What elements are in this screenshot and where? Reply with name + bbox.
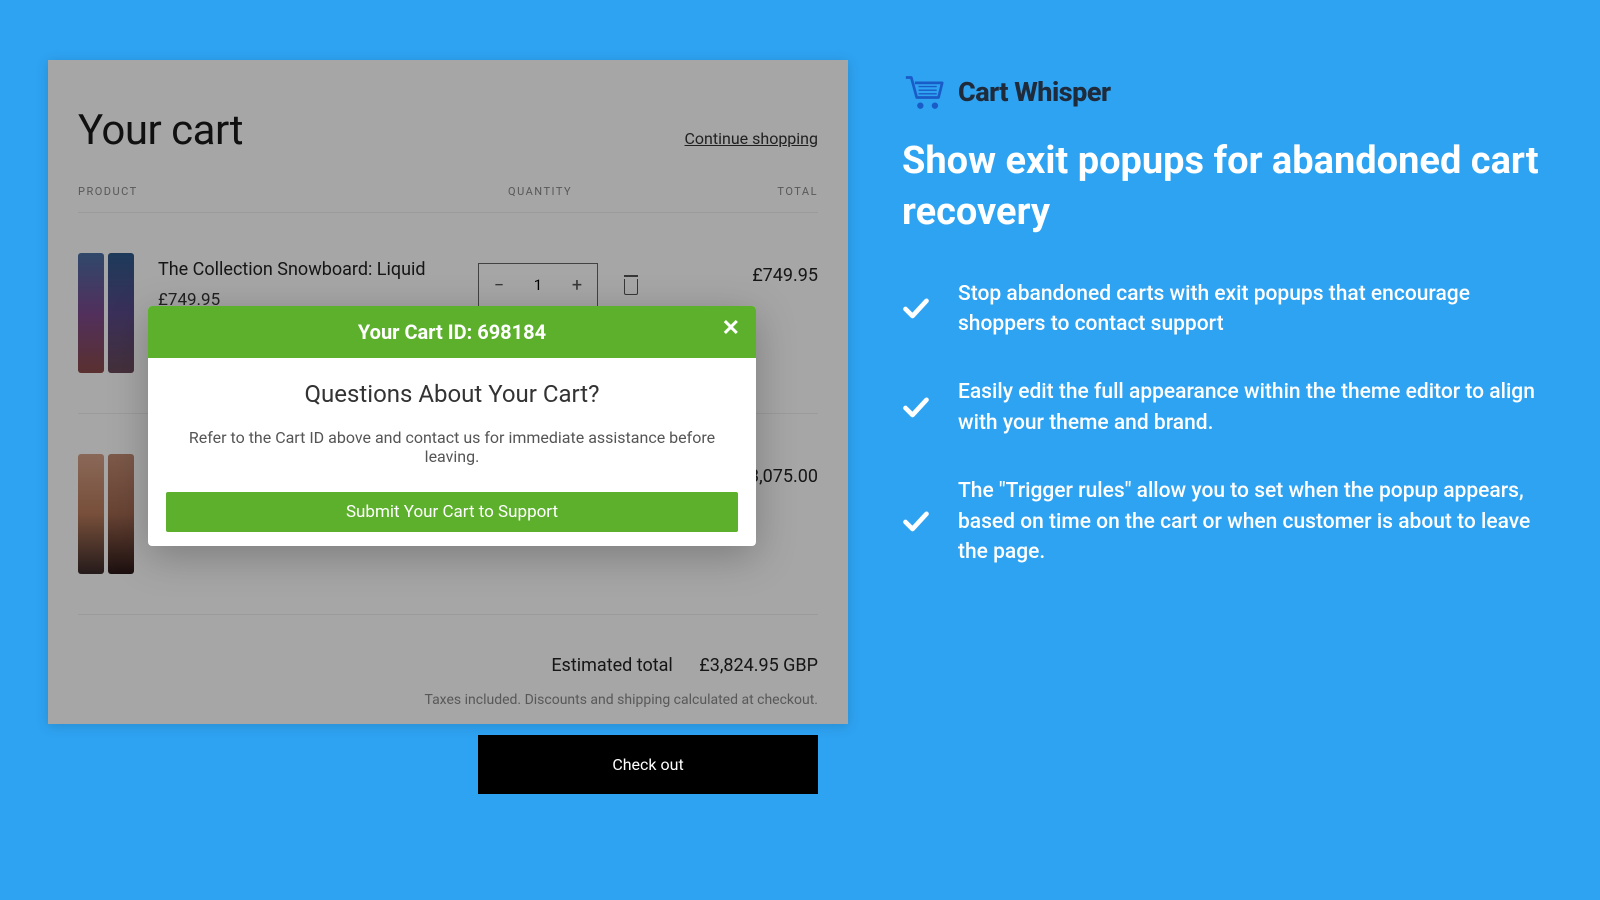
- marketing-panel: Cart Whisper Show exit popups for abando…: [902, 60, 1552, 840]
- exit-popup: Your Cart ID: 698184 ✕ Questions About Y…: [148, 306, 756, 546]
- col-header-quantity: QUANTITY: [478, 185, 658, 198]
- feature-text: The "Trigger rules" allow you to set whe…: [958, 476, 1552, 567]
- submit-cart-button[interactable]: Submit Your Cart to Support: [166, 492, 738, 532]
- popup-cart-id: Your Cart ID: 698184: [358, 320, 546, 344]
- line-total: £749.95: [688, 253, 818, 286]
- quantity-stepper[interactable]: − 1 +: [478, 263, 598, 307]
- check-icon: [902, 394, 930, 422]
- feature-text: Easily edit the full appearance within t…: [958, 377, 1552, 438]
- tax-note: Taxes included. Discounts and shipping c…: [78, 690, 818, 711]
- cart-screenshot: Your cart Continue shopping PRODUCT QUAN…: [48, 60, 848, 724]
- headline: Show exit popups for abandoned cart reco…: [902, 136, 1552, 239]
- popup-subtitle: Refer to the Cart ID above and contact u…: [166, 428, 738, 466]
- product-thumbnail: [78, 253, 134, 373]
- check-icon: [902, 295, 930, 323]
- qty-increase-button[interactable]: +: [557, 264, 597, 306]
- popup-question: Questions About Your Cart?: [166, 380, 738, 408]
- col-header-total: TOTAL: [658, 185, 818, 198]
- close-icon[interactable]: ✕: [722, 316, 740, 341]
- cart-icon: [902, 72, 946, 112]
- feature-item: Easily edit the full appearance within t…: [902, 377, 1552, 438]
- product-name: The Collection Snowboard: Liquid: [158, 259, 478, 280]
- brand-logo: Cart Whisper: [902, 72, 1552, 112]
- feature-text: Stop abandoned carts with exit popups th…: [958, 279, 1552, 340]
- trash-icon[interactable]: [622, 275, 640, 295]
- product-thumbnail: [78, 454, 134, 574]
- continue-shopping-link[interactable]: Continue shopping: [685, 129, 818, 148]
- estimated-total-value: £3,824.95 GBP: [699, 655, 818, 676]
- feature-item: Stop abandoned carts with exit popups th…: [902, 279, 1552, 340]
- brand-name: Cart Whisper: [958, 76, 1111, 108]
- qty-value: 1: [519, 276, 557, 294]
- check-icon: [902, 508, 930, 536]
- qty-decrease-button[interactable]: −: [479, 264, 519, 306]
- checkout-button[interactable]: Check out: [478, 735, 818, 794]
- col-header-product: PRODUCT: [78, 185, 478, 198]
- estimated-total-label: Estimated total: [551, 655, 672, 676]
- feature-item: The "Trigger rules" allow you to set whe…: [902, 476, 1552, 567]
- cart-title: Your cart: [78, 106, 243, 155]
